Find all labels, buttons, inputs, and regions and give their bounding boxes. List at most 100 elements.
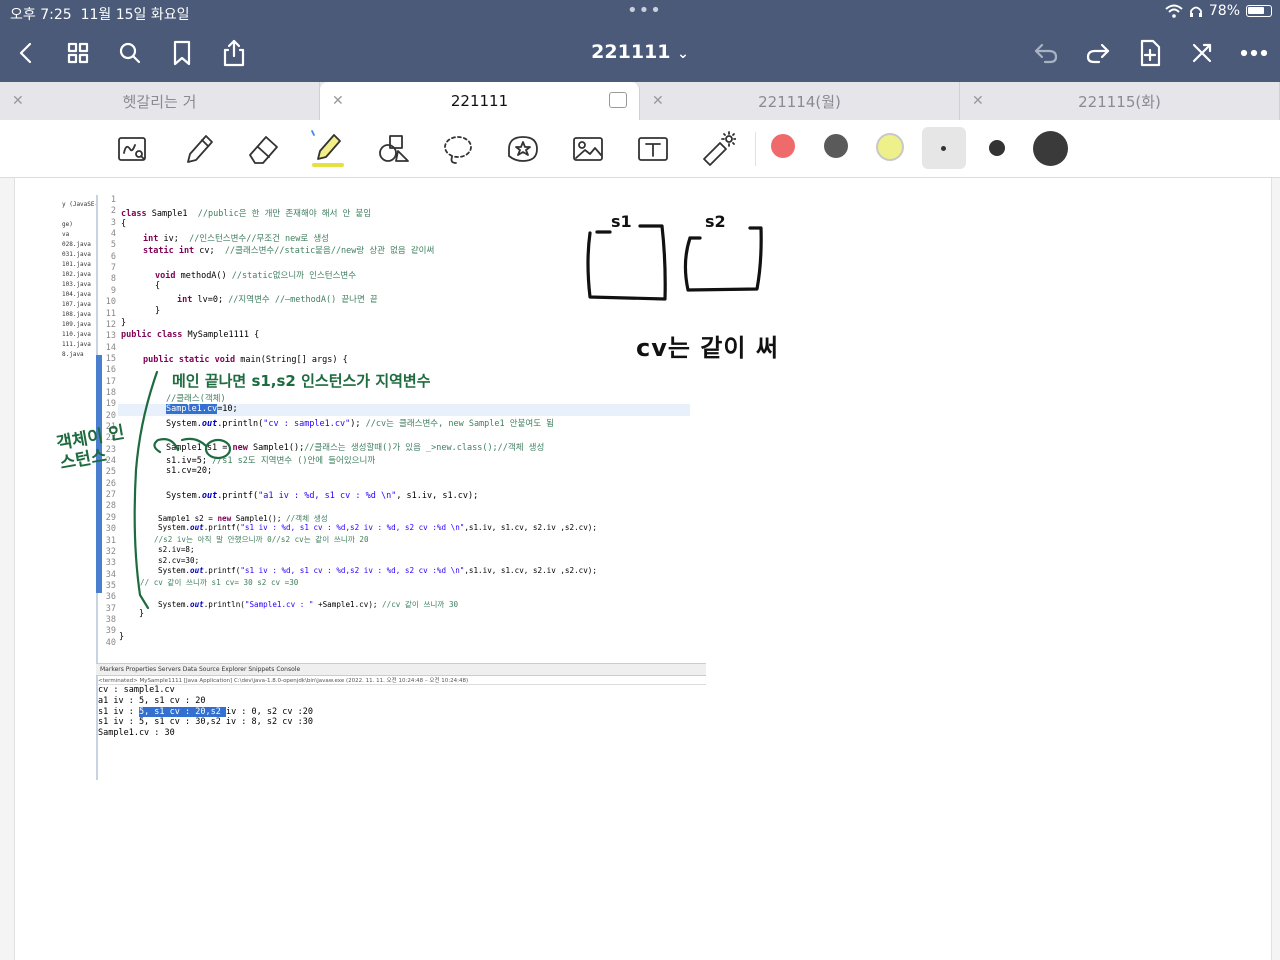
stroke-size-medium[interactable] xyxy=(989,140,1005,156)
line-number: 35 xyxy=(105,580,116,591)
tab-4[interactable]: ✕ 221115(화) xyxy=(960,82,1280,120)
code-text: +Sample1.cv); xyxy=(313,600,383,609)
project-file: 028.java xyxy=(62,241,91,248)
line-number: 17 xyxy=(105,376,116,387)
tab-close-icon[interactable]: ✕ xyxy=(972,93,984,109)
code-line-39: } xyxy=(119,632,125,642)
more-button[interactable] xyxy=(1238,38,1270,68)
code-text: .println( xyxy=(217,419,264,429)
wifi-icon xyxy=(1165,4,1183,18)
code-text: ,s1.iv, s1.cv, s2.iv ,s2.cv); xyxy=(464,523,597,532)
keyword: new xyxy=(217,514,232,523)
tab-bar: ✕ 헷갈리는 거 ✕ 221111 ✕ 221114(월) ✕ 221115(화… xyxy=(0,82,1280,120)
comment: //cv 같이 쓰니까 30 xyxy=(382,600,459,609)
add-page-button[interactable] xyxy=(1134,38,1166,68)
code-line-12: } xyxy=(121,318,127,328)
eraser-tool[interactable] xyxy=(242,128,284,170)
highlighter-icon xyxy=(311,130,344,167)
battery-fill xyxy=(1248,7,1265,14)
code-line-24: s1.cv=20; xyxy=(166,466,213,476)
code-text: System. xyxy=(158,523,191,532)
code-text: .printf( xyxy=(203,523,241,532)
console-text: s1 iv : xyxy=(98,706,139,717)
console-line: a1 iv : 5, s1 cv : 20 xyxy=(98,695,206,706)
color-swatch-gray[interactable] xyxy=(824,134,848,158)
line-number: 37 xyxy=(105,603,116,614)
redo-button[interactable] xyxy=(1082,38,1114,68)
split-view-icon[interactable] xyxy=(609,92,627,108)
line-number: 10 xyxy=(105,297,116,308)
comment: //인스턴스변수//무조건 new로 생성 xyxy=(189,234,329,244)
code-line-5: int iv; //인스턴스변수//무조건 new로 생성 xyxy=(143,232,329,244)
tab-3[interactable]: ✕ 221114(월) xyxy=(640,82,960,120)
code-text: s1.iv=5; xyxy=(166,456,213,466)
code-text: ); xyxy=(350,419,366,429)
text-tool[interactable] xyxy=(632,128,674,170)
line-number: 26 xyxy=(105,478,116,489)
lasso-read-tool[interactable] xyxy=(112,128,154,170)
text-icon xyxy=(638,137,668,161)
project-file xyxy=(62,210,98,220)
color-swatch-red[interactable] xyxy=(771,134,795,158)
line-number: 4 xyxy=(110,229,116,240)
project-file: va xyxy=(62,231,70,238)
selected-text: Sample1.cv xyxy=(166,404,218,414)
code-line-8: void methodA() //static없으니까 인스턴스변수 xyxy=(155,269,356,281)
lasso-tool[interactable] xyxy=(437,128,479,170)
tab-close-icon[interactable]: ✕ xyxy=(652,93,664,109)
tab-close-icon[interactable]: ✕ xyxy=(12,93,24,109)
color-swatch-yellow-selected[interactable] xyxy=(876,133,904,161)
code-line-32: s2.cv=30; xyxy=(158,556,200,565)
close-toolbar-button[interactable] xyxy=(1186,38,1218,68)
console-output: cv : sample1.cv a1 iv : 5, s1 cv : 20 s1… xyxy=(98,685,313,739)
line-number: 39 xyxy=(105,626,116,637)
sticker-tool[interactable] xyxy=(502,128,544,170)
line-number: 19 xyxy=(105,399,116,410)
tab-2[interactable]: ✕ 221111 xyxy=(320,82,640,120)
code-line-37: } xyxy=(139,609,145,619)
tool-bar xyxy=(0,120,1280,178)
document-title-text: 221111 xyxy=(591,41,671,63)
tab-label: 221114(월) xyxy=(758,92,841,111)
highlighter-tool[interactable] xyxy=(307,128,349,170)
code-text: Sample1 xyxy=(146,209,198,219)
code-line-29: System.out.printf("s1 iv : %d, s1 cv : %… xyxy=(158,523,597,532)
code-text: System. xyxy=(158,600,191,609)
more-icon xyxy=(1241,49,1267,57)
comment: //클래스변수//static붙음//new랑 상관 없음 같이써 xyxy=(224,246,435,256)
project-file: 102.java xyxy=(62,271,91,278)
code-line-6: static int cv; //클래스변수//static붙음//new랑 상… xyxy=(143,244,434,256)
line-number: 16 xyxy=(105,365,116,376)
comment: //지역변수 //—methodA() 끝나면 끝 xyxy=(228,295,378,305)
line-number: 11 xyxy=(105,308,116,319)
pen-tool[interactable] xyxy=(177,128,219,170)
line-number: 7 xyxy=(110,263,116,274)
undo-button[interactable] xyxy=(1030,38,1062,68)
battery-icon xyxy=(1246,5,1272,17)
multitask-dots[interactable]: ••• xyxy=(627,0,662,21)
code-line-30: //s2 iv는 아직 말 안했으니까 0//s2 cv는 같이 쓰니까 20 xyxy=(154,535,369,544)
project-file: 101.java xyxy=(62,261,91,268)
code-text: main(String[] args) { xyxy=(235,355,348,365)
code-line-13: public class MySample1111 { xyxy=(121,330,259,340)
code-text: methodA() xyxy=(175,271,232,281)
line-number: 3 xyxy=(110,217,116,228)
stroke-size-large[interactable] xyxy=(1033,131,1068,166)
close-toolbar-icon xyxy=(1192,43,1212,63)
project-file: 111.java xyxy=(62,341,91,348)
console-text: iv : 0, s2 cv :20 xyxy=(225,706,313,717)
stroke-size-small[interactable] xyxy=(941,146,946,151)
project-file: 8.java xyxy=(62,351,84,358)
laser-pointer-tool[interactable] xyxy=(697,128,739,170)
tab-1[interactable]: ✕ 헷갈리는 거 xyxy=(0,82,320,120)
shapes-tool[interactable] xyxy=(372,128,414,170)
image-tool[interactable] xyxy=(567,128,609,170)
line-number: 9 xyxy=(110,285,116,296)
line-number: 38 xyxy=(105,614,116,625)
field: out xyxy=(201,419,218,429)
line-number: 34 xyxy=(105,569,116,580)
tab-close-icon[interactable]: ✕ xyxy=(332,93,344,109)
image-icon xyxy=(573,137,603,161)
code-line-34: // cv 같이 쓰니까 s1 cv= 30 s2 cv =30 xyxy=(140,578,299,587)
console-tab-bar: Markers Properties Servers Data Source E… xyxy=(96,663,706,676)
